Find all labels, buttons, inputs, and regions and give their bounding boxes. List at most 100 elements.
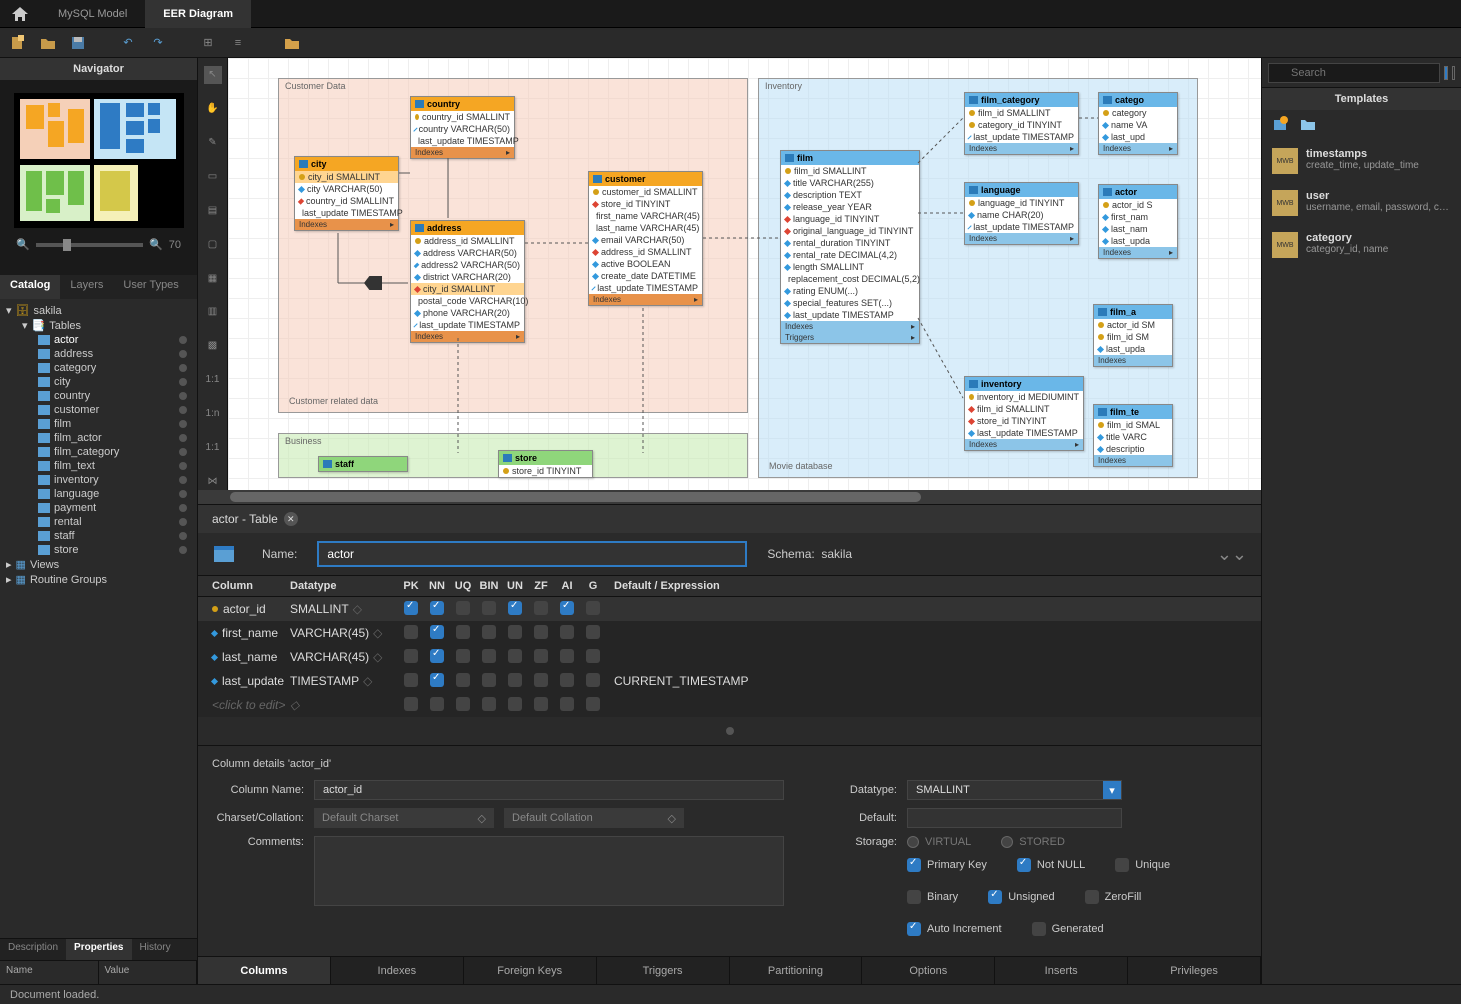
template-folder-icon[interactable] <box>1300 116 1318 134</box>
bottom-tab-indexes[interactable]: Indexes <box>331 957 464 984</box>
template-timestamps[interactable]: MWBtimestampscreate_time, update_time <box>1262 140 1461 182</box>
zoom-in-icon[interactable]: 🔍 <box>149 238 163 251</box>
close-editor-icon[interactable]: ✕ <box>284 512 298 526</box>
redo-icon[interactable]: ↷ <box>148 33 168 53</box>
check-zerofill[interactable]: ZeroFill <box>1085 890 1142 904</box>
new-file-icon[interactable] <box>8 33 28 53</box>
routine-tool-icon[interactable]: ▩ <box>204 337 222 355</box>
view-tool-icon[interactable]: ▥ <box>204 303 222 321</box>
hand-tool-icon[interactable]: ✋ <box>204 100 222 118</box>
column-row[interactable]: last_updateTIMESTAMP◇CURRENT_TIMESTAMP <box>198 669 1261 693</box>
home-button[interactable] <box>0 0 40 28</box>
export-icon[interactable] <box>282 33 302 53</box>
desc-tab-description[interactable]: Description <box>0 939 66 960</box>
open-file-icon[interactable] <box>38 33 58 53</box>
template-category[interactable]: MWBcategorycategory_id, name <box>1262 224 1461 266</box>
zoom-out-icon[interactable]: 🔍 <box>16 238 30 251</box>
bottom-tab-options[interactable]: Options <box>862 957 995 984</box>
pointer-tool-icon[interactable]: ↖ <box>204 66 222 84</box>
tab-eer-diagram[interactable]: EER Diagram <box>145 0 251 28</box>
datatype-select[interactable]: SMALLINT▾ <box>907 780 1122 800</box>
tree-table-payment[interactable]: payment <box>0 501 197 515</box>
check-unique[interactable]: Unique <box>1115 858 1170 872</box>
tree-table-address[interactable]: address <box>0 347 197 361</box>
table-customer[interactable]: customer customer_id SMALLINT store_id T… <box>588 171 703 306</box>
search-input[interactable] <box>1268 63 1440 83</box>
tree-table-actor[interactable]: actor <box>0 333 197 347</box>
layout-toggle-1[interactable] <box>1444 66 1448 80</box>
catalog-tree[interactable]: ▾🗄sakila ▾📑Tables actoraddresscategoryci… <box>0 299 197 938</box>
bottom-tab-inserts[interactable]: Inserts <box>995 957 1128 984</box>
check-generated[interactable]: Generated <box>1032 922 1104 936</box>
tree-table-category[interactable]: category <box>0 361 197 375</box>
check-auto-increment[interactable]: Auto Increment <box>907 922 1002 936</box>
radio-stored[interactable]: STORED <box>1001 836 1065 848</box>
routines-node[interactable]: ▸▦Routine Groups <box>0 572 197 587</box>
table-name-input[interactable] <box>317 541 747 567</box>
tree-table-film[interactable]: film <box>0 417 197 431</box>
default-input[interactable] <box>907 808 1122 828</box>
tree-table-film_actor[interactable]: film_actor <box>0 431 197 445</box>
template-user[interactable]: MWBuserusername, email, password, cre... <box>1262 182 1461 224</box>
minimap[interactable]: 🔍 🔍 70 <box>0 80 197 275</box>
check-unsigned[interactable]: Unsigned <box>988 890 1054 904</box>
rel-1n-icon[interactable]: 1:n <box>204 404 222 422</box>
schema-node[interactable]: ▾🗄sakila <box>0 303 197 318</box>
tree-table-store[interactable]: store <box>0 543 197 557</box>
tree-table-language[interactable]: language <box>0 487 197 501</box>
table-country[interactable]: country country_id SMALLINT country VARC… <box>410 96 515 159</box>
layer-tool-icon[interactable]: ▭ <box>204 168 222 186</box>
tree-table-inventory[interactable]: inventory <box>0 473 197 487</box>
colname-input[interactable]: actor_id <box>314 780 784 800</box>
column-row[interactable]: first_nameVARCHAR(45)◇ <box>198 621 1261 645</box>
table-actor[interactable]: actor actor_id S first_nam last_nam last… <box>1098 184 1178 259</box>
tree-table-film_text[interactable]: film_text <box>0 459 197 473</box>
catalog-tab-usertypes[interactable]: User Types <box>113 275 188 299</box>
tree-table-country[interactable]: country <box>0 389 197 403</box>
table-city[interactable]: city city_id SMALLINT city VARCHAR(50) c… <box>294 156 399 231</box>
catalog-tab-catalog[interactable]: Catalog <box>0 275 60 299</box>
charset-select[interactable]: Default Charset◇ <box>314 808 494 828</box>
rel-11b-icon[interactable]: 1:1 <box>204 438 222 456</box>
image-tool-icon[interactable]: ▢ <box>204 235 222 253</box>
tab-mysql-model[interactable]: MySQL Model <box>40 0 145 28</box>
collation-select[interactable]: Default Collation◇ <box>504 808 684 828</box>
catalog-tab-layers[interactable]: Layers <box>60 275 113 299</box>
rel-11-icon[interactable]: 1:1 <box>204 371 222 389</box>
table-film-actor[interactable]: film_a actor_id SM film_id SM last_upda … <box>1093 304 1173 367</box>
undo-icon[interactable]: ↶ <box>118 33 138 53</box>
tree-table-rental[interactable]: rental <box>0 515 197 529</box>
bottom-tab-triggers[interactable]: Triggers <box>597 957 730 984</box>
expand-editor-icon[interactable]: ⌄⌄ <box>1217 544 1247 565</box>
table-language[interactable]: language language_id TINYINT name CHAR(2… <box>964 182 1079 245</box>
rel-nm-icon[interactable]: ⋈ <box>204 472 222 490</box>
table-store[interactable]: store store_id TINYINT <box>498 450 593 478</box>
resize-grip[interactable] <box>726 727 734 735</box>
tables-node[interactable]: ▾📑Tables <box>0 318 197 333</box>
comments-textarea[interactable] <box>314 836 784 906</box>
note-tool-icon[interactable]: ▤ <box>204 201 222 219</box>
table-category[interactable]: catego category name VA last_upd Indexes… <box>1098 92 1178 155</box>
template-new-icon[interactable] <box>1272 116 1290 134</box>
bottom-tab-privileges[interactable]: Privileges <box>1128 957 1261 984</box>
align-icon[interactable]: ≡ <box>228 33 248 53</box>
check-not-null[interactable]: Not NULL <box>1017 858 1085 872</box>
eer-canvas[interactable]: Customer Data Customer related data city… <box>228 58 1261 490</box>
check-binary[interactable]: Binary <box>907 890 958 904</box>
table-tool-icon[interactable]: ▦ <box>204 269 222 287</box>
table-staff[interactable]: staff <box>318 456 408 472</box>
zoom-slider[interactable] <box>36 243 143 247</box>
column-row[interactable]: actor_idSMALLINT◇ <box>198 597 1261 621</box>
column-row[interactable]: last_nameVARCHAR(45)◇ <box>198 645 1261 669</box>
table-film[interactable]: film film_id SMALLINT title VARCHAR(255)… <box>780 150 920 344</box>
canvas-scrollbar[interactable] <box>198 490 1261 504</box>
views-node[interactable]: ▸▦Views <box>0 557 197 572</box>
eraser-tool-icon[interactable]: ✎ <box>204 134 222 152</box>
table-film-category[interactable]: film_category film_id SMALLINT category_… <box>964 92 1079 155</box>
tree-table-city[interactable]: city <box>0 375 197 389</box>
bottom-tab-foreign-keys[interactable]: Foreign Keys <box>464 957 597 984</box>
table-inventory[interactable]: inventory inventory_id MEDIUMINT film_id… <box>964 376 1084 451</box>
desc-tab-history[interactable]: History <box>132 939 179 960</box>
column-row-new[interactable]: <click to edit> ◇ <box>198 693 1261 717</box>
save-file-icon[interactable] <box>68 33 88 53</box>
